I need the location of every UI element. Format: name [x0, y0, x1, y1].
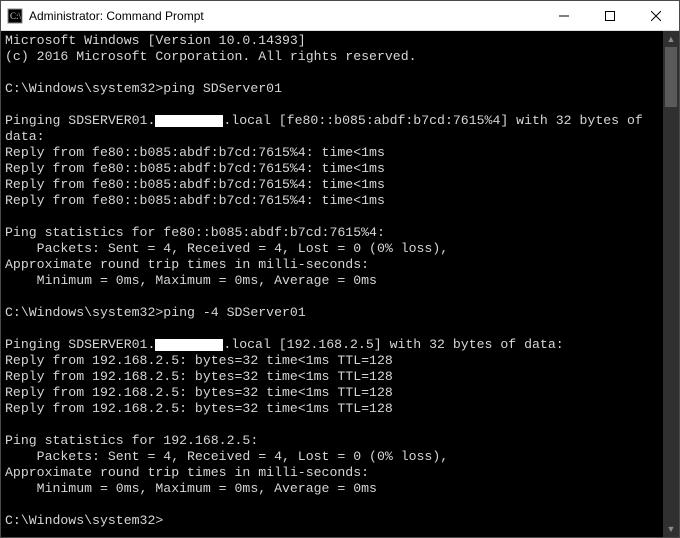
- command-prompt-window: C:\ Administrator: Command Prompt Micros…: [0, 0, 680, 538]
- close-button[interactable]: [633, 1, 679, 30]
- ping-approx: Approximate round trip times in milli-se…: [5, 465, 369, 480]
- scroll-thumb[interactable]: [665, 47, 677, 107]
- ping-reply: Reply from fe80::b085:abdf:b7cd:7615%4: …: [5, 145, 385, 160]
- redacted-domain: [155, 339, 223, 351]
- maximize-button[interactable]: [587, 1, 633, 30]
- minimize-button[interactable]: [541, 1, 587, 30]
- window-title: Administrator: Command Prompt: [29, 9, 541, 23]
- svg-text:C:\: C:\: [10, 11, 22, 21]
- ping-reply: Reply from 192.168.2.5: bytes=32 time<1m…: [5, 353, 393, 368]
- prompt-path: C:\Windows\system32>: [5, 81, 163, 96]
- ping-reply: Reply from fe80::b085:abdf:b7cd:7615%4: …: [5, 161, 385, 176]
- titlebar[interactable]: C:\ Administrator: Command Prompt: [1, 1, 679, 31]
- copyright-line: (c) 2016 Microsoft Corporation. All righ…: [5, 49, 417, 64]
- vertical-scrollbar[interactable]: ▲ ▼: [663, 31, 679, 537]
- ping-reply: Reply from fe80::b085:abdf:b7cd:7615%4: …: [5, 177, 385, 192]
- redacted-domain: [155, 115, 223, 127]
- terminal-area: Microsoft Windows [Version 10.0.14393] (…: [1, 31, 679, 537]
- cmd-icon: C:\: [7, 8, 23, 24]
- ping-reply: Reply from 192.168.2.5: bytes=32 time<1m…: [5, 369, 393, 384]
- ping-reply: Reply from 192.168.2.5: bytes=32 time<1m…: [5, 401, 393, 416]
- ping-packets: Packets: Sent = 4, Received = 4, Lost = …: [5, 241, 448, 256]
- command-text: ping -4 SDServer01: [163, 305, 305, 320]
- scroll-down-arrow[interactable]: ▼: [663, 521, 679, 537]
- prompt-path: C:\Windows\system32>: [5, 305, 163, 320]
- scroll-up-arrow[interactable]: ▲: [663, 31, 679, 47]
- command-text: ping SDServer01: [163, 81, 282, 96]
- cursor: [163, 514, 171, 528]
- ping-approx: Approximate round trip times in milli-se…: [5, 257, 369, 272]
- ping-stats-title: Ping statistics for fe80::b085:abdf:b7cd…: [5, 225, 385, 240]
- ping-times: Minimum = 0ms, Maximum = 0ms, Average = …: [5, 273, 377, 288]
- ping-stats-title: Ping statistics for 192.168.2.5:: [5, 433, 258, 448]
- os-version-line: Microsoft Windows [Version 10.0.14393]: [5, 33, 306, 48]
- ping-packets: Packets: Sent = 4, Received = 4, Lost = …: [5, 449, 448, 464]
- ping-intro: Pinging SDSERVER01.: [5, 337, 155, 352]
- ping-reply: Reply from 192.168.2.5: bytes=32 time<1m…: [5, 385, 393, 400]
- ping-intro: Pinging SDSERVER01.: [5, 113, 155, 128]
- ping-times: Minimum = 0ms, Maximum = 0ms, Average = …: [5, 481, 377, 496]
- scroll-track[interactable]: [663, 47, 679, 521]
- window-controls: [541, 1, 679, 30]
- terminal-output[interactable]: Microsoft Windows [Version 10.0.14393] (…: [1, 31, 663, 537]
- ping-reply: Reply from fe80::b085:abdf:b7cd:7615%4: …: [5, 193, 385, 208]
- prompt-path: C:\Windows\system32>: [5, 513, 163, 528]
